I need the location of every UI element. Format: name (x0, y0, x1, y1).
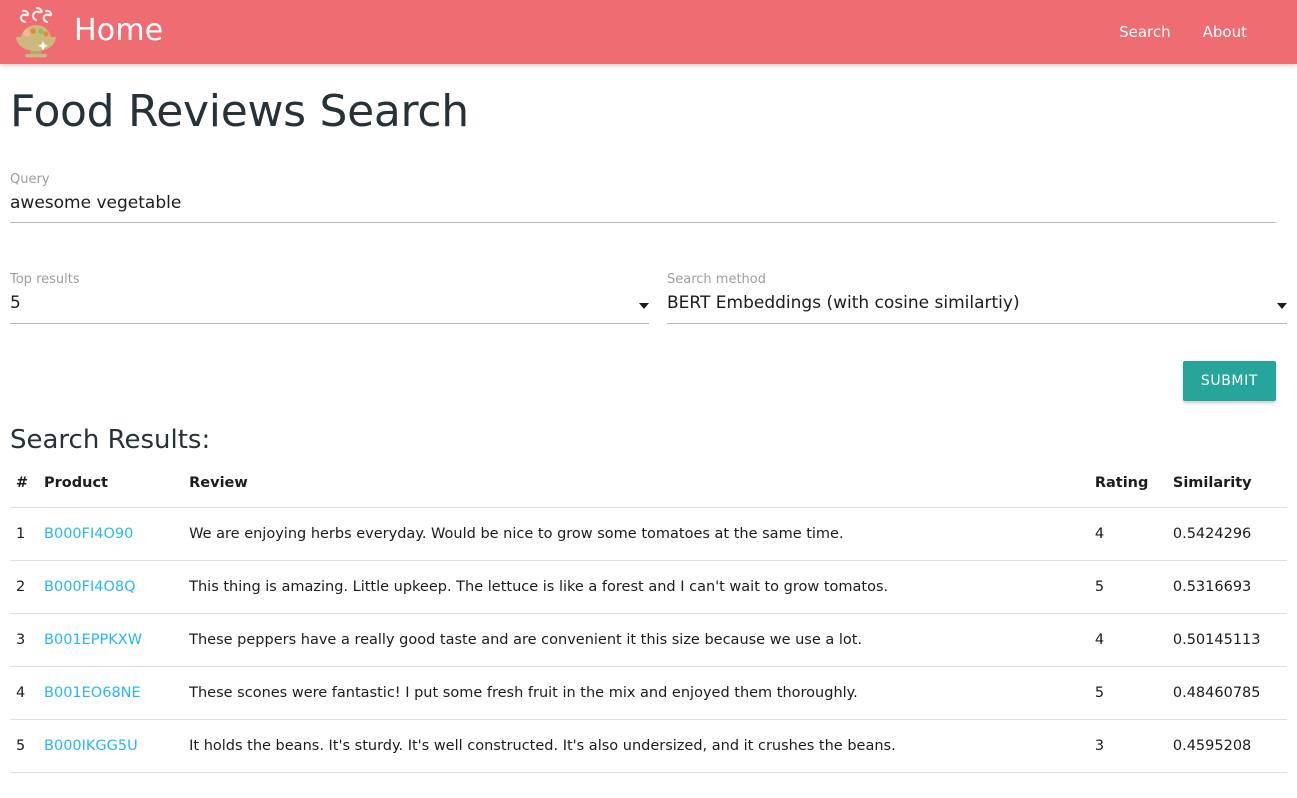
row-index: 3 (10, 613, 39, 667)
column-header-rating: Rating (1088, 466, 1167, 508)
brand-title: Home (74, 13, 164, 48)
top-results-select[interactable]: 5 (10, 293, 649, 324)
row-index: 5 (10, 719, 39, 773)
top-results-value: 5 (10, 293, 21, 314)
search-method-label: Search method (667, 272, 766, 288)
results-title: Search Results: (10, 424, 211, 455)
column-header-review: Review (183, 466, 1089, 508)
row-review: We are enjoying herbs everyday. Would be… (183, 507, 1089, 561)
row-index: 1 (10, 507, 39, 561)
table-row: 4 B001EO68NE These scones were fantastic… (10, 666, 1287, 720)
product-link[interactable]: B000FI4O90 (44, 526, 133, 542)
column-header-similarity: Similarity (1166, 466, 1287, 508)
top-navigation-bar: Home Search About (0, 0, 1297, 64)
search-results-table: # Product Review Rating Similarity 1 B00… (10, 466, 1287, 773)
search-method-value: BERT Embeddings (with cosine similartiy) (667, 293, 1020, 314)
top-results-label: Top results (10, 272, 80, 288)
row-rating: 5 (1088, 560, 1167, 614)
page-title: Food Reviews Search (10, 86, 469, 137)
submit-button[interactable]: SUBMIT (1182, 360, 1276, 401)
nav-link-search[interactable]: Search (1115, 17, 1175, 47)
table-row: 1 B000FI4O90 We are enjoying herbs every… (10, 507, 1287, 561)
chevron-down-icon[interactable] (1277, 302, 1287, 309)
product-link[interactable]: B000IKGG5U (44, 738, 138, 754)
column-header-product: Product (38, 466, 184, 508)
product-link[interactable]: B001EPPKXW (44, 632, 142, 648)
search-method-select[interactable]: BERT Embeddings (with cosine similartiy) (667, 293, 1287, 324)
row-similarity: 0.5424296 (1166, 507, 1287, 561)
row-similarity: 0.50145113 (1166, 613, 1287, 667)
row-rating: 4 (1088, 613, 1167, 667)
row-rating: 4 (1088, 507, 1167, 561)
table-header-row: # Product Review Rating Similarity (10, 466, 1287, 508)
query-label: Query (10, 172, 50, 187)
nav-link-about[interactable]: About (1199, 17, 1251, 47)
nav-links: Search About (1115, 17, 1277, 47)
row-review: These peppers have a really good taste a… (183, 613, 1089, 667)
top-results-field-group: Top results 5 (10, 255, 649, 324)
row-rating: 3 (1088, 719, 1167, 773)
row-index: 4 (10, 666, 39, 720)
row-review: It holds the beans. It's sturdy. It's we… (183, 719, 1089, 773)
column-header-index: # (10, 466, 39, 508)
food-bowl-icon (16, 6, 56, 58)
row-product: B000IKGG5U (38, 719, 184, 773)
table-row: 2 B000FI4O8Q This thing is amazing. Litt… (10, 560, 1287, 614)
row-rating: 5 (1088, 666, 1167, 720)
search-method-field-group: Search method BERT Embeddings (with cosi… (667, 255, 1287, 324)
row-index: 2 (10, 560, 39, 614)
row-review: This thing is amazing. Little upkeep. Th… (183, 560, 1089, 614)
row-review: These scones were fantastic! I put some … (183, 666, 1089, 720)
table-row: 3 B001EPPKXW These peppers have a really… (10, 613, 1287, 667)
product-link[interactable]: B000FI4O8Q (44, 579, 136, 595)
row-product: B001EO68NE (38, 666, 184, 720)
brand-home-link[interactable]: Home (8, 6, 163, 58)
chevron-down-icon[interactable] (639, 302, 649, 309)
row-product: B000FI4O8Q (38, 560, 184, 614)
results-table-body: 1 B000FI4O90 We are enjoying herbs every… (10, 507, 1287, 773)
row-product: B001EPPKXW (38, 613, 184, 667)
row-similarity: 0.5316693 (1166, 560, 1287, 614)
page-container: Food Reviews Search Query Top results 5 … (0, 86, 1297, 773)
search-input[interactable] (10, 193, 1276, 214)
query-field-group: Query (10, 155, 1276, 224)
selects-row: Top results 5 Search method BERT Embeddi… (10, 255, 1287, 324)
results-table-head: # Product Review Rating Similarity (10, 466, 1287, 508)
product-link[interactable]: B001EO68NE (44, 685, 141, 701)
table-row: 5 B000IKGG5U It holds the beans. It's st… (10, 719, 1287, 773)
row-product: B000FI4O90 (38, 507, 184, 561)
row-similarity: 0.4595208 (1166, 719, 1287, 773)
query-input-row[interactable] (10, 193, 1276, 224)
submit-row: SUBMIT (10, 360, 1287, 401)
row-similarity: 0.48460785 (1166, 666, 1287, 720)
